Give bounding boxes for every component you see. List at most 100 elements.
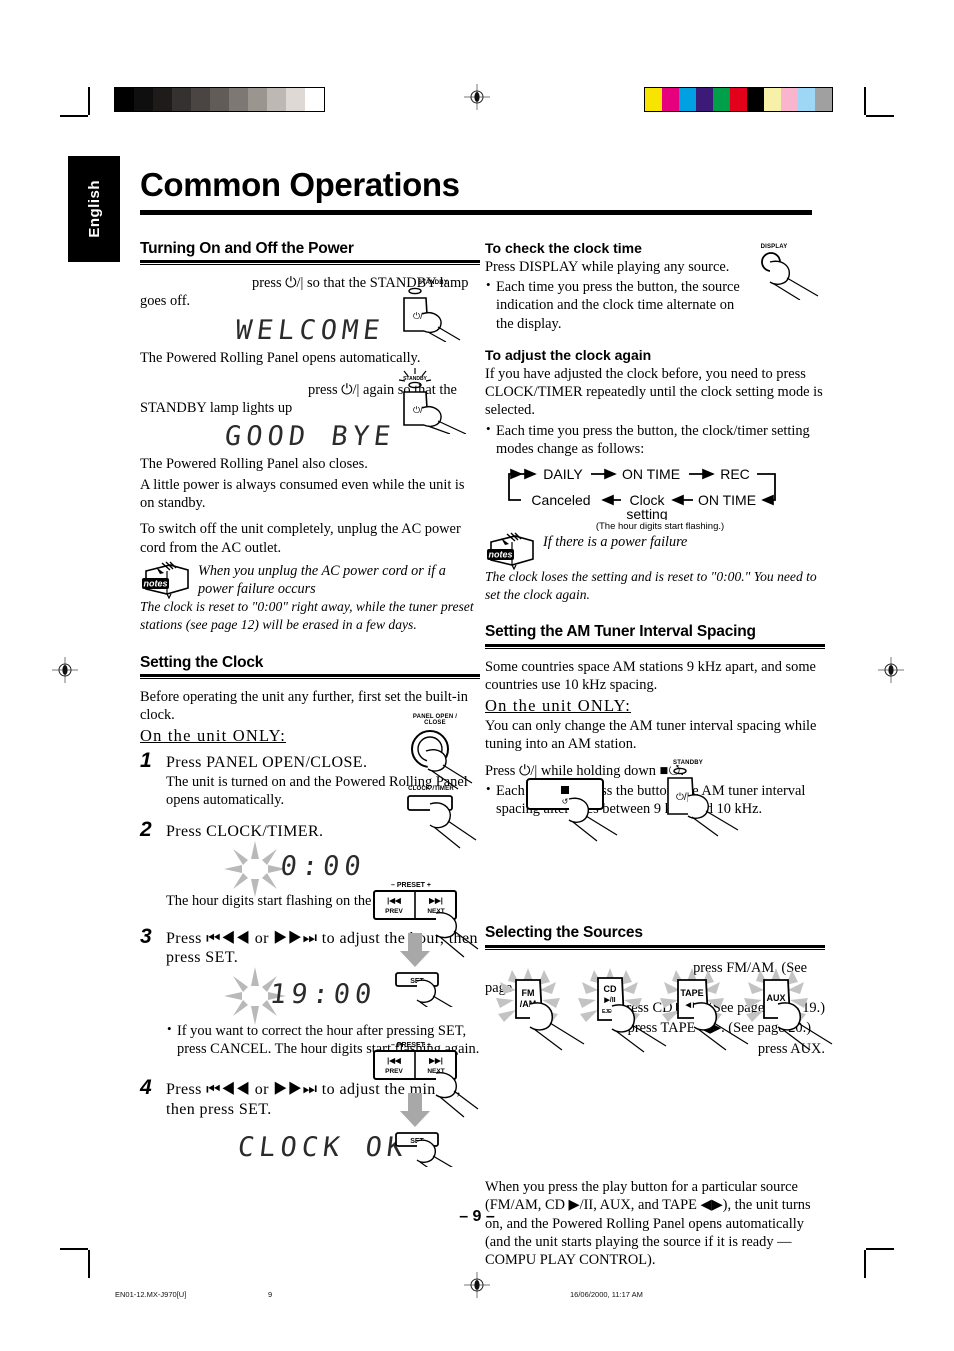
step-number: 3	[140, 924, 152, 948]
language-tab: English	[68, 156, 120, 262]
svg-text:DAILY: DAILY	[543, 466, 583, 482]
step-number: 1	[140, 749, 152, 773]
preset-set-drawing-2: |◀◀ PREV ▶▶| NEXT SET	[373, 1050, 479, 1180]
gray-patch-7	[248, 88, 267, 111]
section-heading-power: Turning On and Off the Power	[140, 240, 354, 257]
page-number: – 9 –	[459, 1208, 495, 1225]
crop-mark-bottom-left-v	[88, 1250, 90, 1278]
registration-mark-right	[878, 657, 904, 683]
step-number: 4	[140, 1076, 152, 1100]
color-patch-0	[645, 88, 662, 111]
gray-patch-8	[267, 88, 286, 111]
clock-timer-drawing	[407, 795, 477, 849]
source-button-aux: AUX	[744, 968, 833, 1051]
title-divider	[140, 210, 812, 215]
illustration-clock-timer-button: CLOCK /TIMER	[404, 786, 482, 858]
section-heading-clock: Setting the Clock	[140, 653, 264, 671]
notes-block-power: notes When you unplug the AC power cord …	[140, 561, 480, 599]
gray-patch-10	[305, 88, 324, 111]
section-heading-sources: Selecting the Sources	[485, 924, 643, 942]
gray-patch-3	[172, 88, 191, 111]
panel-open-close-label: PANEL OPEN / CLOSE	[412, 714, 458, 727]
power-on-result: The Powered Rolling Panel opens automati…	[140, 349, 421, 366]
document-page: English Common Operations Turning On and…	[0, 0, 954, 1351]
page-title: Common Operations	[140, 166, 460, 203]
illustration-power-button-2: STANDBY ⏻/|	[398, 368, 476, 435]
gray-patch-2	[153, 88, 172, 111]
svg-text:PREV: PREV	[385, 908, 403, 915]
flow-diagram-note: (The hour digits start flashing.)	[595, 521, 725, 533]
registration-mark-top	[464, 84, 490, 110]
color-patch-7	[764, 88, 781, 111]
color-patch-1	[662, 88, 679, 111]
power-button-drawing-3: ⏻/|	[667, 767, 739, 837]
footer-file: EN01-12.MX-J970[U]	[115, 1290, 187, 1299]
svg-text:REC: REC	[720, 466, 750, 482]
color-calibration-bar	[644, 87, 833, 112]
color-patch-8	[781, 88, 798, 111]
illustration-preset-set-2: – PRESET + |◀◀ PREV ▶▶| NEXT SET	[370, 1042, 482, 1180]
clock-timer-flow-diagram: DAILY ON TIME REC ON TIME Clock setting …	[485, 462, 825, 532]
subheading-adjust-clock: To adjust the clock again	[485, 346, 652, 363]
footer-timestamp: 16/06/2000, 11:17 AM	[570, 1290, 643, 1299]
illustration-power-button-1: STANDBY ⏻/|	[398, 280, 468, 343]
standby-power-note: A little power is always consumed even w…	[140, 476, 465, 512]
crop-mark-top-right-v	[864, 87, 866, 115]
svg-text:notes: notes	[488, 550, 512, 560]
svg-text:ON TIME: ON TIME	[698, 492, 756, 508]
preset-label: – PRESET +	[391, 1042, 431, 1049]
gray-patch-5	[210, 88, 229, 111]
adjust-clock-bullet: Each time you press the button, the cloc…	[485, 421, 825, 459]
section-divider	[140, 260, 480, 266]
svg-text:Canceled: Canceled	[531, 492, 590, 508]
crop-mark-top-left-v	[88, 87, 90, 115]
svg-text:▶▶|: ▶▶|	[428, 896, 443, 905]
color-patch-5	[730, 88, 747, 111]
svg-text:TAPE: TAPE	[680, 988, 703, 998]
adjust-clock-instruction: If you have adjusted the clock before, y…	[485, 365, 823, 419]
gray-patch-6	[229, 88, 248, 111]
registration-mark-left	[52, 657, 78, 683]
svg-text:ON TIME: ON TIME	[622, 466, 680, 482]
svg-text:FM: FM	[522, 988, 535, 998]
right-column: To check the clock time Press DISPLAY wh…	[485, 240, 825, 1271]
crop-mark-top-right	[866, 115, 894, 117]
svg-text:AUX: AUX	[766, 993, 785, 1003]
power-button-drawing-flash: STANDBY ⏻/|	[398, 368, 467, 435]
panel-knob-drawing	[411, 729, 473, 790]
crop-mark-bottom-right	[866, 1248, 894, 1250]
illustration-source-aux: AUX	[740, 968, 840, 1054]
power-off-result: The Powered Rolling Panel also closes.	[140, 456, 368, 473]
svg-text:CD: CD	[604, 984, 617, 994]
svg-text:STANDBY: STANDBY	[403, 376, 427, 382]
gray-patch-9	[286, 88, 305, 111]
illustration-stop-button: ↺	[525, 775, 635, 847]
svg-text:▶/II: ▶/II	[603, 997, 615, 1004]
adjust-clock-bullets: Each time you press the button, the cloc…	[485, 421, 825, 459]
section-divider-sources	[485, 944, 825, 950]
illustration-preset-set-1: – PRESET + |◀◀ PREV ▶▶| NEXT SET	[370, 882, 482, 1020]
crop-mark-bottom-right-v	[864, 1250, 866, 1278]
svg-text:|◀◀: |◀◀	[387, 1056, 402, 1065]
grayscale-calibration-bar	[114, 87, 325, 112]
check-clock-bullet: Each time you press the button, the sour…	[485, 277, 740, 333]
svg-text:PREV: PREV	[385, 1068, 403, 1075]
preset-label: – PRESET +	[391, 882, 431, 889]
check-clock-bullets: Each time you press the button, the sour…	[485, 277, 740, 333]
illustration-display-button: DISPLAY	[752, 244, 824, 304]
note-body-adjust: The clock loses the setting and is reset…	[485, 569, 817, 602]
display-button-drawing	[761, 252, 819, 301]
footer-page: 9	[268, 1290, 273, 1299]
color-patch-4	[713, 88, 730, 111]
notes-block-adjust: notes If there is a power failure	[485, 532, 825, 571]
gray-patch-1	[134, 88, 153, 111]
note-title-power: When you unplug the AC power cord or if …	[198, 562, 446, 597]
svg-text:|◀◀: |◀◀	[387, 896, 402, 905]
registration-mark-bottom	[464, 1272, 490, 1298]
color-patch-3	[696, 88, 713, 111]
gray-patch-0	[115, 88, 134, 111]
color-patch-6	[747, 88, 764, 111]
section-heading-am-spacing: Setting the AM Tuner Interval Spacing	[485, 623, 756, 641]
am-spacing-condition: You can only change the AM tuner interva…	[485, 718, 817, 753]
am-spacing-intro: Some countries space AM stations 9 kHz a…	[485, 658, 816, 693]
